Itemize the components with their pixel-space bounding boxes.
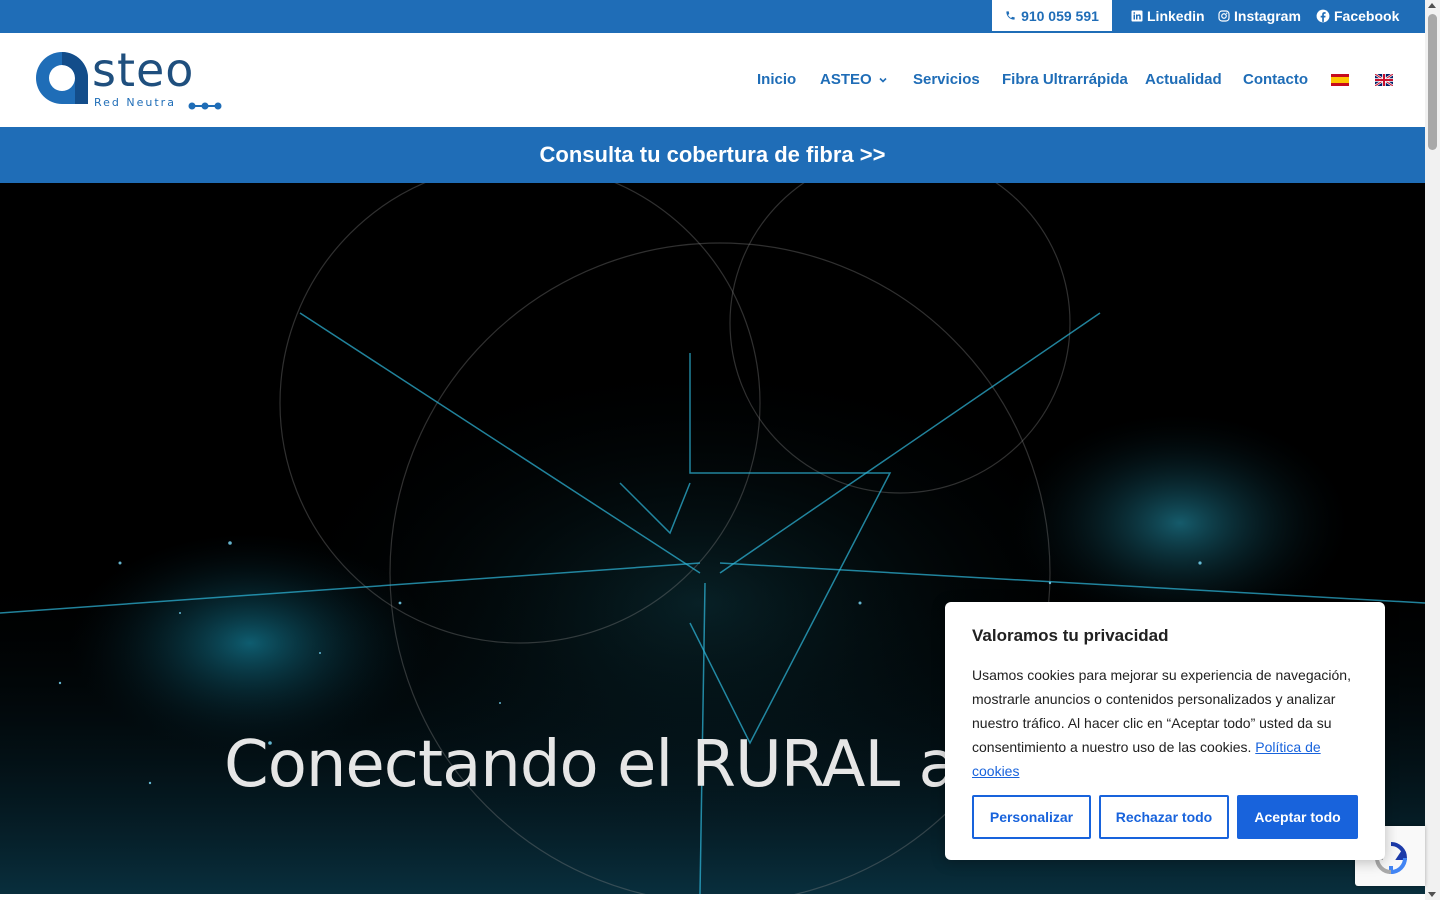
instagram-label: Instagram <box>1234 7 1301 24</box>
instagram-link[interactable]: Instagram <box>1218 0 1301 31</box>
uk-flag-icon[interactable] <box>1374 73 1394 87</box>
customize-button[interactable]: Personalizar <box>972 795 1091 839</box>
facebook-label: Facebook <box>1334 7 1400 24</box>
facebook-icon <box>1316 9 1330 23</box>
asteo-logo[interactable]: steo Red Neutra <box>34 44 224 110</box>
nav-inicio[interactable]: Inicio <box>757 71 796 88</box>
chevron-down-icon <box>878 75 888 85</box>
linkedin-label: Linkedin <box>1147 7 1205 24</box>
scrollbar-thumb[interactable] <box>1428 14 1437 150</box>
nav-label: Fibra Ultrarrápida <box>1002 71 1128 88</box>
spain-flag-icon[interactable] <box>1331 73 1349 86</box>
nav-asteo[interactable]: ASTEO <box>820 71 888 88</box>
page-bottom-edge <box>0 894 1425 900</box>
facebook-link[interactable]: Facebook <box>1316 0 1399 31</box>
nav-actualidad[interactable]: Actualidad <box>1145 71 1222 88</box>
scroll-up-arrow-icon[interactable] <box>1428 3 1436 8</box>
nav-fibra[interactable]: Fibra Ultrarrápida <box>1002 71 1128 88</box>
accept-all-button[interactable]: Aceptar todo <box>1237 795 1358 839</box>
phone-icon <box>1005 10 1016 21</box>
phone-number: 910 059 591 <box>1021 7 1099 24</box>
nav-label: Actualidad <box>1145 71 1222 88</box>
linkedin-icon <box>1131 10 1143 22</box>
nav-label: Inicio <box>757 71 797 88</box>
nav-label: Contacto <box>1243 71 1308 88</box>
reject-all-button[interactable]: Rechazar todo <box>1099 795 1229 839</box>
logo-dots-icon <box>188 98 222 116</box>
page-scrollbar[interactable] <box>1425 0 1440 900</box>
nav-servicios[interactable]: Servicios <box>913 71 980 88</box>
linkedin-link[interactable]: Linkedin <box>1131 0 1205 31</box>
cookie-title: Valoramos tu privacidad <box>972 626 1169 645</box>
instagram-icon <box>1218 9 1230 22</box>
nav-label: Servicios <box>913 71 980 88</box>
phone-link[interactable]: 910 059 591 <box>992 0 1112 31</box>
logo-tagline: Red Neutra <box>94 96 176 109</box>
coverage-banner-text: Consulta tu cobertura de fibra >> <box>539 142 886 167</box>
scroll-down-arrow-icon[interactable] <box>1428 892 1436 897</box>
coverage-banner[interactable]: Consulta tu cobertura de fibra >> <box>0 127 1425 183</box>
logo-wordmark: steo <box>92 43 195 97</box>
site-header: steo Red Neutra Inicio ASTEO Servicios F… <box>0 33 1425 127</box>
nav-contacto[interactable]: Contacto <box>1243 71 1308 88</box>
nav-label: ASTEO <box>820 71 872 88</box>
cookie-consent-dialog: Valoramos tu privacidad Usamos cookies p… <box>945 602 1385 860</box>
cookie-body: Usamos cookies para mejorar su experienc… <box>972 663 1358 783</box>
top-bar: 910 059 591 Linkedin Instagram Facebook <box>0 0 1425 33</box>
